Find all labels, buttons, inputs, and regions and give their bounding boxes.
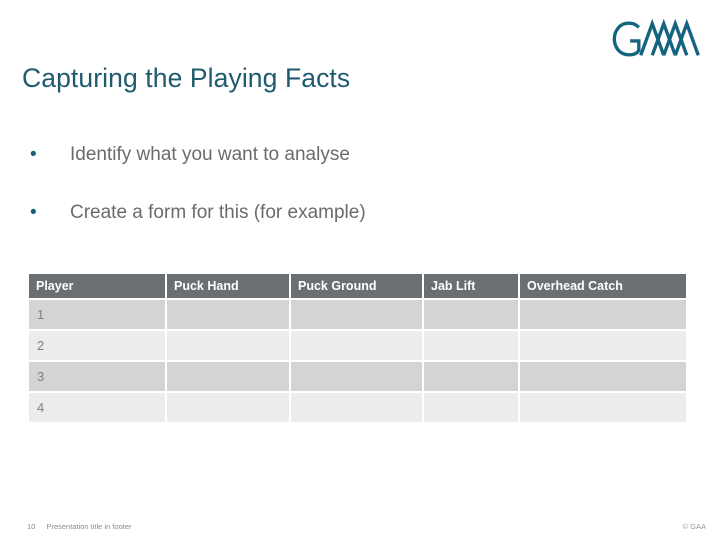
column-header-puck-hand: Puck Hand	[167, 274, 289, 298]
list-item: • Create a form for this (for example)	[22, 200, 682, 258]
table-row: 4	[29, 393, 686, 422]
gaa-logo	[610, 18, 706, 60]
cell-puck-ground[interactable]	[291, 362, 422, 391]
cell-overhead-catch[interactable]	[520, 331, 686, 360]
cell-jab-lift[interactable]	[424, 362, 518, 391]
page-number: 10	[27, 522, 36, 531]
cell-overhead-catch[interactable]	[520, 393, 686, 422]
bullet-text: Create a form for this (for example)	[70, 202, 366, 223]
table-row: 2	[29, 331, 686, 360]
cell-puck-ground[interactable]	[291, 331, 422, 360]
table-header-row: Player Puck Hand Puck Ground Jab Lift Ov…	[29, 274, 686, 298]
cell-puck-ground[interactable]	[291, 393, 422, 422]
column-header-jab-lift: Jab Lift	[424, 274, 518, 298]
cell-player[interactable]: 3	[29, 362, 165, 391]
slide-footer: 10 Presentation title in footer © GAA	[0, 508, 720, 540]
cell-puck-hand[interactable]	[167, 362, 289, 391]
player-skills-table: Player Puck Hand Puck Ground Jab Lift Ov…	[27, 272, 688, 424]
bullet-dot-icon: •	[30, 202, 37, 223]
bullet-dot-icon: •	[30, 144, 37, 165]
cell-player[interactable]: 4	[29, 393, 165, 422]
page-title: Capturing the Playing Facts	[22, 63, 351, 93]
copyright-notice: © GAA	[682, 522, 706, 531]
cell-puck-hand[interactable]	[167, 393, 289, 422]
cell-puck-ground[interactable]	[291, 300, 422, 329]
bullet-text: Identify what you want to analyse	[70, 144, 350, 165]
cell-player[interactable]: 2	[29, 331, 165, 360]
column-header-player: Player	[29, 274, 165, 298]
cell-puck-hand[interactable]	[167, 300, 289, 329]
footer-title: Presentation title in footer	[46, 522, 132, 531]
table-row: 1	[29, 300, 686, 329]
cell-overhead-catch[interactable]	[520, 300, 686, 329]
table-row: 3	[29, 362, 686, 391]
cell-jab-lift[interactable]	[424, 331, 518, 360]
cell-puck-hand[interactable]	[167, 331, 289, 360]
cell-jab-lift[interactable]	[424, 393, 518, 422]
column-header-puck-ground: Puck Ground	[291, 274, 422, 298]
column-header-overhead-catch: Overhead Catch	[520, 274, 686, 298]
list-item: • Identify what you want to analyse	[22, 142, 682, 200]
cell-player[interactable]: 1	[29, 300, 165, 329]
footer-left-group: 10 Presentation title in footer	[27, 522, 132, 531]
slide: Capturing the Playing Facts • Identify w…	[0, 0, 720, 540]
cell-overhead-catch[interactable]	[520, 362, 686, 391]
bullet-list: • Identify what you want to analyse • Cr…	[22, 142, 682, 258]
cell-jab-lift[interactable]	[424, 300, 518, 329]
